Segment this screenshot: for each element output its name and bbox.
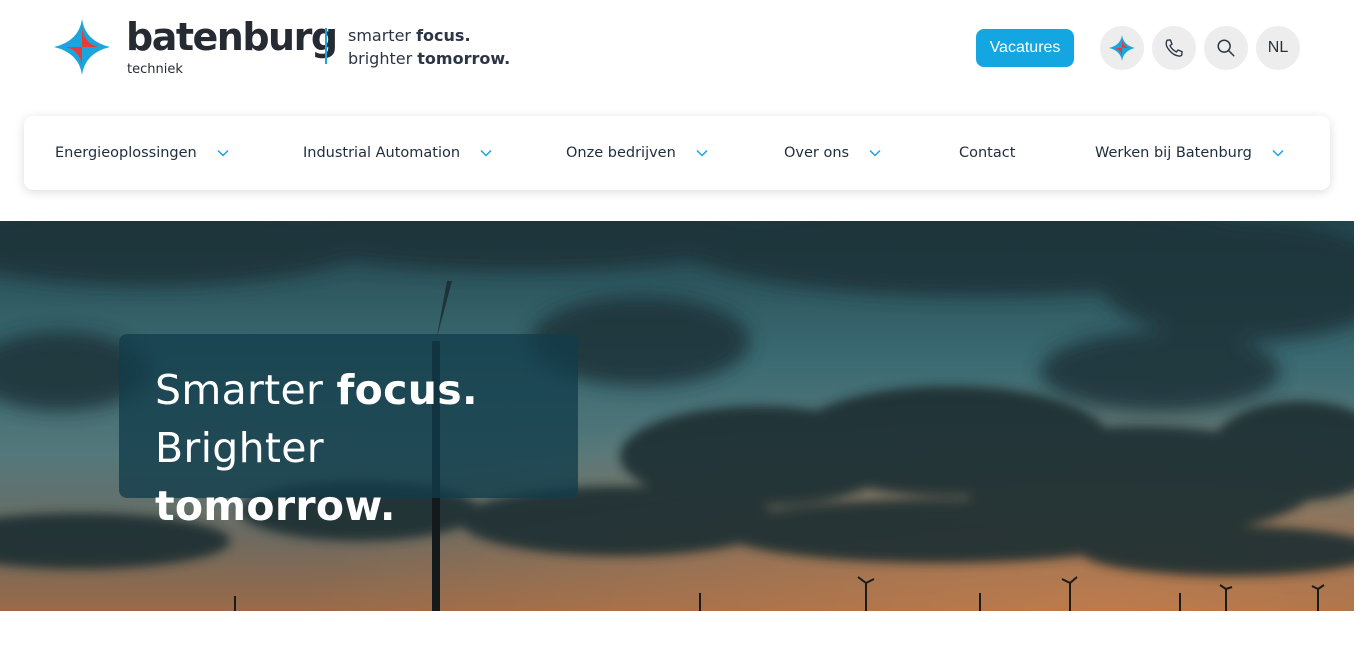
hero-banner: Smarter focus. Brighter tomorrow. <box>0 221 1354 611</box>
phone-button[interactable] <box>1152 26 1196 70</box>
nav-item-werken-bij-batenburg[interactable]: Werken bij Batenburg <box>1095 116 1284 190</box>
nav-item-label: Industrial Automation <box>303 145 461 161</box>
hero-brighter: Brighter <box>155 424 324 472</box>
tagline-focus: focus. <box>416 26 471 45</box>
batenburg-star-icon <box>1109 35 1135 61</box>
nav-item-contact[interactable]: Contact <box>959 116 1015 190</box>
chevron-down-icon <box>480 149 492 157</box>
chevron-down-icon <box>696 149 708 157</box>
brand-sub: techniek <box>127 62 183 77</box>
hero-headline-box: Smarter focus. Brighter tomorrow. <box>119 334 578 530</box>
vacatures-button[interactable]: Vacatures <box>976 29 1074 67</box>
tagline-tomorrow: tomorrow. <box>417 49 511 68</box>
chevron-down-icon <box>869 149 881 157</box>
nav-item-over-ons[interactable]: Over ons <box>784 116 881 190</box>
nav-item-label: Werken bij Batenburg <box>1095 145 1252 161</box>
site-header: batenburg techniek smarter focus. bright… <box>0 0 1366 100</box>
chevron-down-icon <box>217 149 229 157</box>
language-label: NL <box>1267 39 1289 56</box>
search-icon <box>1217 39 1235 57</box>
nav-item-label: Onze bedrijven <box>566 145 676 161</box>
language-button[interactable]: NL <box>1256 26 1300 70</box>
brand-wordmark: batenburg techniek <box>126 15 338 79</box>
nav-item-label: Over ons <box>784 145 850 161</box>
tagline-smarter: smarter <box>348 26 417 45</box>
brand-tagline: smarter focus. brighter tomorrow. <box>348 24 510 70</box>
phone-icon <box>1165 39 1183 57</box>
batenburg-star-icon <box>54 19 110 75</box>
hero-smarter: Smarter <box>155 366 337 414</box>
nav-item-label: Contact <box>959 145 1016 161</box>
chevron-down-icon <box>1272 149 1284 157</box>
search-button[interactable] <box>1204 26 1248 70</box>
main-navigation: Energieoplossingen Industrial Automation… <box>24 116 1330 190</box>
nav-item-onze-bedrijven[interactable]: Onze bedrijven <box>566 116 708 190</box>
hero-headline: Smarter focus. Brighter tomorrow. <box>155 361 578 535</box>
logo-divider <box>325 28 327 64</box>
nav-item-industrial-automation[interactable]: Industrial Automation <box>303 116 492 190</box>
batenburg-star-button[interactable] <box>1100 26 1144 70</box>
tagline-brighter: brighter <box>348 49 418 68</box>
header-actions: Vacatures NL <box>976 26 1300 70</box>
hero-tomorrow: tomorrow. <box>155 482 396 530</box>
nav-item-label: Energieoplossingen <box>55 145 197 161</box>
brand-logo[interactable]: batenburg techniek <box>54 15 338 79</box>
nav-item-energieoplossingen[interactable]: Energieoplossingen <box>55 116 229 190</box>
hero-focus: focus. <box>336 366 478 414</box>
brand-name: batenburg <box>126 15 338 59</box>
